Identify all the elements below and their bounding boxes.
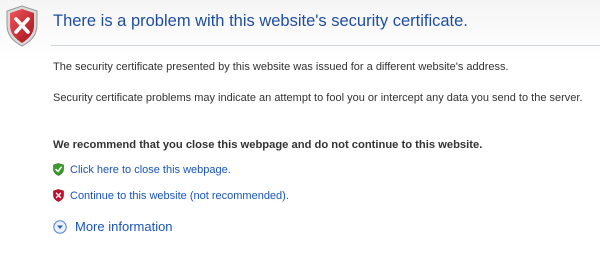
close-webpage-option[interactable]: Click here to close this webpage.: [53, 163, 231, 176]
certificate-error-page: There is a problem with this website's s…: [0, 0, 600, 256]
title-divider: [51, 45, 600, 46]
page-title: There is a problem with this website's s…: [53, 12, 468, 30]
shield-green-check-icon: [53, 163, 64, 176]
continue-to-website-link[interactable]: Continue to this website (not recommende…: [70, 190, 289, 202]
shield-error-icon: [6, 5, 38, 47]
chevron-down-circle-icon[interactable]: [53, 219, 67, 234]
more-information-label[interactable]: More information: [75, 219, 173, 234]
continue-to-website-option[interactable]: Continue to this website (not recommende…: [53, 189, 289, 202]
shield-red-x-icon: [53, 189, 64, 202]
close-webpage-link[interactable]: Click here to close this webpage.: [70, 164, 231, 176]
security-warning-text: Security certificate problems may indica…: [53, 92, 583, 104]
recommendation-text: We recommend that you close this webpage…: [53, 139, 483, 151]
more-information-toggle[interactable]: More information: [53, 219, 173, 234]
certificate-mismatch-text: The security certificate presented by th…: [53, 61, 509, 73]
